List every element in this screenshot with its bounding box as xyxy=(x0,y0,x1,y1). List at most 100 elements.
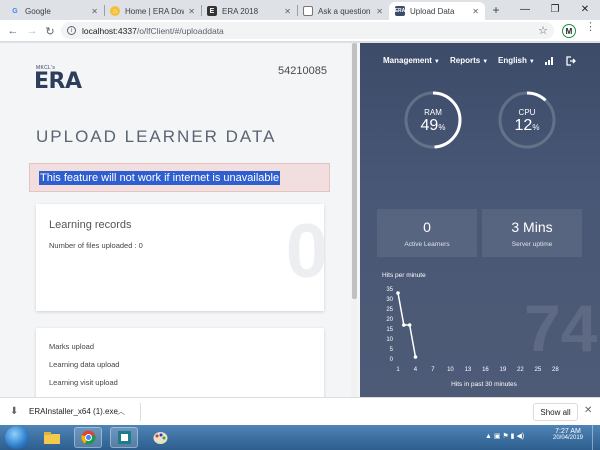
tab-era-downloads[interactable]: ⌂ Home | ERA Down ✕ xyxy=(104,2,201,20)
google-icon: G xyxy=(12,7,18,15)
reports-menu[interactable]: Reports ▼ xyxy=(450,56,488,65)
signal-icon[interactable] xyxy=(545,56,554,65)
show-all-button[interactable]: Show all xyxy=(533,403,578,421)
brand-logo: ERA xyxy=(34,69,82,94)
windows-taskbar: ▲ ▣ ⚑ ▮ ◀) 7:27 AM 20/04/2019 xyxy=(0,425,600,450)
page-viewport: MKCL's ERA 54210085 UPLOAD LEARNER DATA … xyxy=(0,43,600,397)
tab-ask-question[interactable]: Ask a question - El ✕ xyxy=(297,2,389,20)
tab-upload-data[interactable]: ERA Upload Data ✕ xyxy=(389,2,485,20)
download-filename[interactable]: ERAInstaller_x64 (1).exe xyxy=(29,407,118,416)
y-tick-label: 25 xyxy=(386,307,393,313)
x-tick-label: 1 xyxy=(396,367,400,373)
server-uptime-tile: 3 Mins Server uptime xyxy=(482,209,582,257)
chevron-down-icon: ▼ xyxy=(433,59,440,65)
forward-button[interactable]: → xyxy=(25,23,39,39)
era-icon: E xyxy=(207,6,217,16)
address-bar[interactable]: i localhost:4337/o/lfClient/#/uploaddata… xyxy=(61,22,554,39)
close-icon[interactable]: ✕ xyxy=(91,7,98,16)
close-icon[interactable]: ✕ xyxy=(584,405,592,416)
close-icon[interactable]: ✕ xyxy=(376,7,383,16)
tab-label: Upload Data xyxy=(410,6,455,16)
active-learners-label: Active Learners xyxy=(404,241,450,248)
cpu-gauge: CPU 12% xyxy=(498,91,556,149)
minimize-button[interactable]: — xyxy=(510,0,540,18)
tab-strip: G Google ✕ ⌂ Home | ERA Down ✕ E ERA 201… xyxy=(0,0,600,20)
server-uptime-label: Server uptime xyxy=(511,241,553,248)
url-path: /o/lfClient/#/uploaddata xyxy=(136,25,224,36)
menu-label: Management xyxy=(383,56,432,65)
x-tick-label: 13 xyxy=(465,367,472,373)
maximize-button[interactable]: ❐ xyxy=(540,0,570,18)
active-learners-tile: 0 Active Learners xyxy=(377,209,477,257)
bookmark-star-icon[interactable]: ☆ xyxy=(538,24,548,37)
learning-visit-upload-link[interactable]: Learning visit upload xyxy=(49,378,118,387)
x-tick-label: 10 xyxy=(447,367,454,373)
downloads-bar: ⬇ ERAInstaller_x64 (1).exe ︿ Show all ✕ xyxy=(0,397,600,425)
card-title: Learning records xyxy=(49,219,132,231)
url-host: localhost:4337 xyxy=(82,25,137,36)
start-button[interactable] xyxy=(5,426,29,449)
chevron-down-icon: ▼ xyxy=(482,59,489,65)
home-icon: ⌂ xyxy=(110,6,120,16)
upload-actions-card: Marks upload Learning data upload Learni… xyxy=(36,328,324,397)
x-tick-label: 4 xyxy=(414,367,418,373)
ram-value: 49% xyxy=(420,117,446,134)
x-tick-label: 19 xyxy=(500,367,507,373)
x-tick-label: 22 xyxy=(517,367,524,373)
offline-alert: This feature will not work if internet i… xyxy=(29,163,330,192)
divider xyxy=(140,403,141,421)
chevron-down-icon: ▼ xyxy=(528,59,535,65)
more-menu-icon[interactable]: ⋮ xyxy=(585,22,596,33)
hits-chart: 0 5 10 15 20 25 30 35 1 4 7 10 13 16 19 22 25 28 Hits in p… xyxy=(386,287,559,388)
server-dashboard: Management ▼ Reports ▼ English ▼ RAM 49% CP… xyxy=(360,43,600,397)
file-explorer-icon[interactable] xyxy=(38,427,66,448)
show-desktop-button[interactable] xyxy=(592,425,600,450)
learning-data-upload-link[interactable]: Learning data upload xyxy=(49,360,119,369)
x-tick-label: 25 xyxy=(535,367,542,373)
chevron-up-icon[interactable]: ︿ xyxy=(117,406,125,417)
document-icon xyxy=(303,6,313,16)
profile-avatar[interactable]: M xyxy=(562,24,576,38)
hits-series-line xyxy=(397,292,417,358)
reload-button[interactable]: ↻ xyxy=(43,23,57,39)
alert-text: This feature will not work if internet i… xyxy=(39,171,281,185)
back-button[interactable]: ← xyxy=(6,23,20,39)
hits-data-point xyxy=(413,355,418,359)
close-icon[interactable]: ✕ xyxy=(284,7,291,16)
cpu-label: CPU xyxy=(518,108,536,117)
browser-toolbar: ← → ↻ i localhost:4337/o/lfClient/#/uplo… xyxy=(0,20,600,42)
server-uptime-value: 3 Mins xyxy=(511,219,553,235)
hits-data-point xyxy=(402,323,406,327)
info-icon[interactable]: i xyxy=(67,26,76,35)
tab-google[interactable]: G Google ✕ xyxy=(4,2,104,20)
scrollbar-thumb[interactable] xyxy=(352,43,357,299)
system-tray[interactable]: ▲ ▣ ⚑ ▮ ◀) xyxy=(485,432,524,440)
page-title: UPLOAD LEARNER DATA xyxy=(36,127,277,146)
management-menu[interactable]: Management ▼ xyxy=(383,56,440,65)
taskbar-clock[interactable]: 7:27 AM 20/04/2019 xyxy=(548,428,588,441)
era-app-icon[interactable] xyxy=(110,427,138,448)
ram-gauge: RAM 49% xyxy=(404,91,462,149)
chrome-icon[interactable] xyxy=(74,427,102,448)
x-tick-label: 7 xyxy=(431,367,435,373)
hits-data-point xyxy=(407,323,412,327)
hits-data-point xyxy=(396,291,400,295)
y-tick-label: 20 xyxy=(386,317,393,323)
paint-icon[interactable] xyxy=(146,427,174,448)
logout-icon[interactable] xyxy=(566,56,576,66)
close-icon[interactable]: ✕ xyxy=(188,7,195,16)
language-menu[interactable]: English ▼ xyxy=(498,56,535,65)
close-icon[interactable]: ✕ xyxy=(472,7,479,16)
center-code: 54210085 xyxy=(278,65,327,77)
y-tick-label: 30 xyxy=(386,297,393,303)
close-window-button[interactable]: ✕ xyxy=(570,0,600,18)
clock-time: 7:27 AM xyxy=(555,428,581,435)
tab-era-2018[interactable]: E ERA 2018 ✕ xyxy=(201,2,297,20)
cpu-value: 12% xyxy=(514,117,540,134)
records-big-value: 0 xyxy=(285,209,324,294)
y-tick-label: 5 xyxy=(390,347,394,353)
menu-label: Reports xyxy=(450,56,481,65)
new-tab-button[interactable]: + xyxy=(489,3,503,17)
marks-upload-link[interactable]: Marks upload xyxy=(49,342,94,351)
x-tick-label: 28 xyxy=(552,367,559,373)
